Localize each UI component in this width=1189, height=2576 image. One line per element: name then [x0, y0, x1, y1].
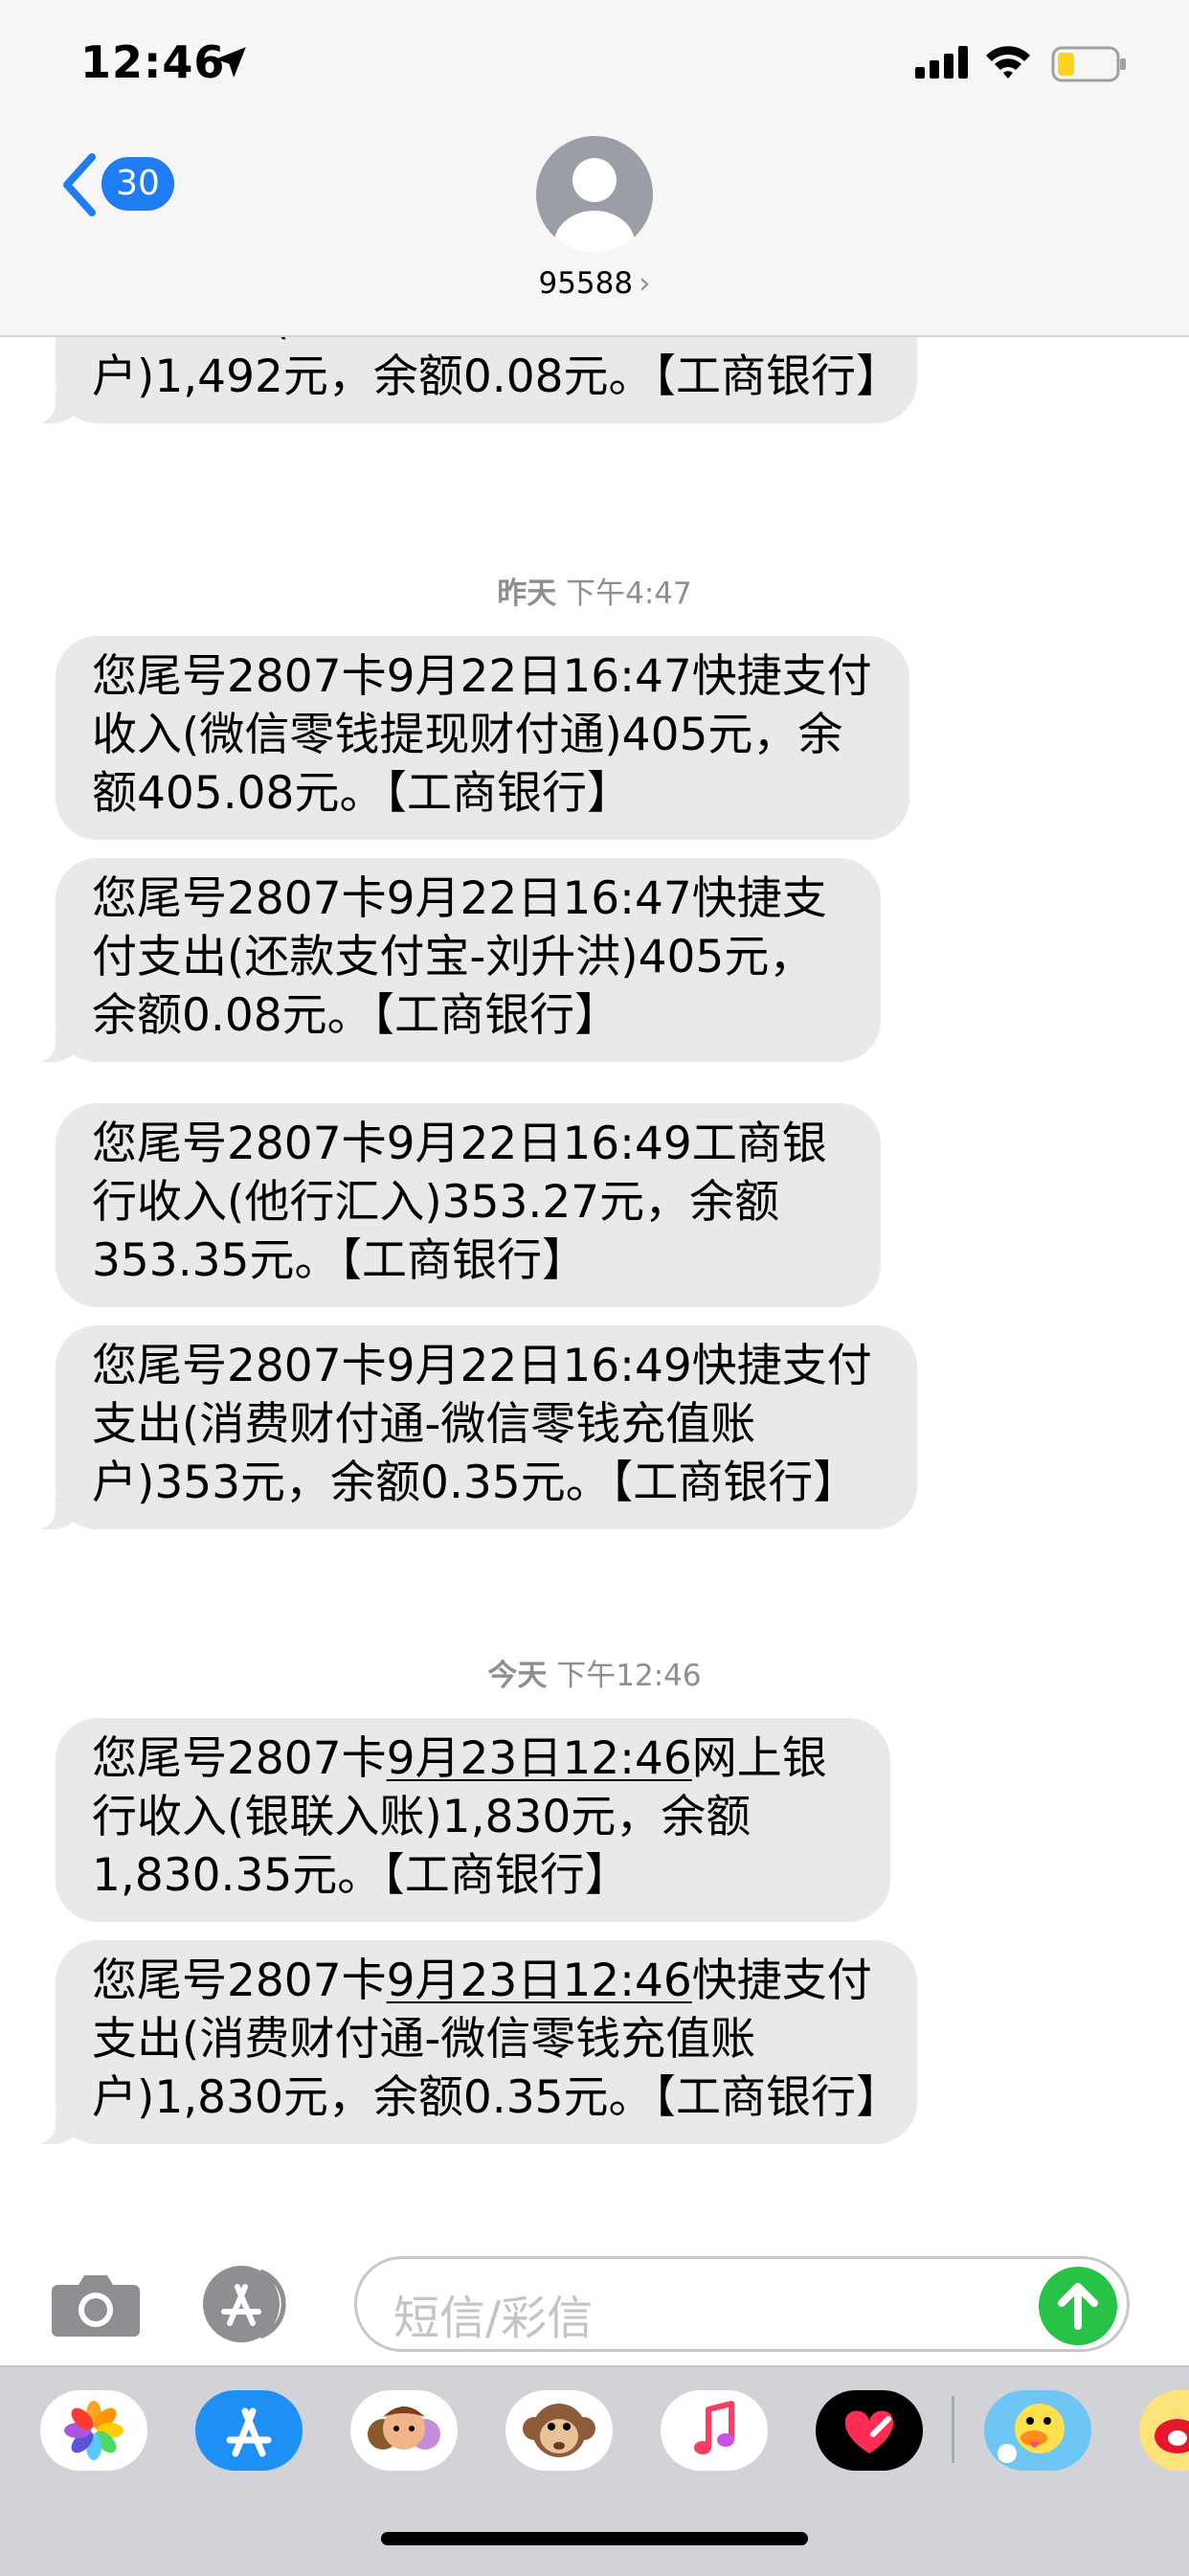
message-text: 您尾号2807卡9月22日16:49工商银行收入(他行汇入)353.27元，余额… [92, 1118, 827, 1287]
send-arrow-icon [1058, 2283, 1098, 2330]
photos-flower-icon [64, 2401, 123, 2460]
back-chevron-icon[interactable] [59, 153, 98, 216]
message-bubble[interactable]: 您尾号2807卡9月22日16:47快捷支付收入(微信零钱提现财付通)405元，… [56, 636, 909, 840]
person-icon [554, 158, 635, 253]
message-bubble[interactable]: 您尾号2807卡9月23日12:46快捷支付支出(消费财付通-微信零钱充值账户)… [29, 1940, 917, 2144]
monkey-face-icon [523, 2404, 595, 2457]
contact-name[interactable]: 95588 › [0, 266, 1189, 301]
message-text-prefix: 您尾号2807卡 [92, 1955, 387, 2007]
sticker-duck-app-icon[interactable] [984, 2390, 1091, 2471]
photos-app-icon[interactable] [40, 2390, 147, 2471]
unread-count-badge[interactable]: 30 [101, 157, 174, 211]
contact-avatar[interactable] [536, 136, 653, 253]
message-text-prefix: 您尾号2807卡 [92, 1732, 387, 1785]
timestamp-time: 下午4:47 [566, 576, 692, 611]
signal-icon [915, 46, 968, 79]
message-text: 您尾号2807卡9月22日16:47快捷支付支出(还款支付宝-刘升洪)405元，… [92, 872, 827, 1042]
app-store-app-icon[interactable] [195, 2390, 303, 2471]
message-text: 您尾号2807卡9月23日12:46快捷支付支出(消费财付通-微信零钱充值账户)… [92, 1952, 901, 2127]
input-bar: 短信/彩信 [0, 2231, 1189, 2365]
message-bubble[interactable]: 您尾号2807卡9月22日16:47快捷支付支出(还款支付宝-刘升洪)405元，… [29, 858, 881, 1062]
digital-touch-app-icon[interactable] [816, 2390, 923, 2471]
weibo-logo-icon [1155, 2419, 1189, 2453]
app-store-icon[interactable] [201, 2264, 306, 2344]
timestamp: 昨天 下午4:47 [0, 569, 1189, 612]
message-text: 您尾号2807卡9月22日16:49快捷支付支出(消费财付通-微信零钱充值账户)… [92, 1340, 872, 1509]
timestamp-day: 今天 [487, 1659, 548, 1693]
message-placeholder: 短信/彩信 [393, 2292, 594, 2345]
send-button[interactable] [1039, 2267, 1117, 2345]
camera-icon[interactable] [50, 2270, 142, 2339]
message-bubble[interactable]: 您尾号2807卡9月22日16:49快捷支付支出(消费财付通-微信零钱充值账户)… [29, 1325, 917, 1529]
timestamp-time: 下午12:46 [556, 1659, 702, 1693]
heart-touch-icon [844, 2410, 894, 2453]
app-store-glyph-icon [226, 2407, 272, 2457]
music-note-icon [694, 2401, 734, 2454]
contact-number: 95588 [538, 266, 634, 301]
wifi-icon [986, 46, 1030, 79]
timestamp-day: 昨天 [497, 576, 557, 611]
message-text: 您尾号2807卡9月23日12:46网上银行收入(银联入账)1,830元，余额1… [92, 1729, 864, 1905]
memoji-app-icon[interactable] [350, 2390, 458, 2471]
message-bubble[interactable]: 您尾号2807卡9月22日16:49工商银行收入(他行汇入)353.27元，余额… [56, 1103, 881, 1307]
message-input[interactable]: 短信/彩信 [354, 2256, 1130, 2352]
duck-sticker-icon [998, 2404, 1065, 2463]
date-link[interactable]: 9月23日12:46 [387, 1955, 692, 2007]
home-indicator [381, 2532, 808, 2545]
timestamp: 今天 下午12:46 [0, 1651, 1189, 1694]
status-time: 12:46 [80, 36, 226, 88]
conversation-header: 12:46 30 95588 › [0, 0, 1189, 337]
chevron-right-icon: › [639, 266, 651, 301]
message-bubble[interactable]: 您尾号2807卡9月23日12:46网上银行收入(银联入账)1,830元，余额1… [56, 1718, 890, 1922]
weibo-app-icon[interactable] [1139, 2390, 1189, 2471]
location-arrow-icon [215, 47, 246, 78]
drawer-divider [952, 2396, 954, 2463]
animoji-monkey-app-icon[interactable] [505, 2390, 613, 2471]
date-link[interactable]: 9月23日12:46 [387, 1732, 692, 1785]
music-app-icon[interactable] [661, 2390, 768, 2471]
message-text: 您尾号2807卡9月22日16:47快捷支付收入(微信零钱提现财付通)405元，… [92, 650, 872, 820]
battery-icon [1051, 46, 1126, 82]
memoji-faces-icon [368, 2407, 440, 2450]
